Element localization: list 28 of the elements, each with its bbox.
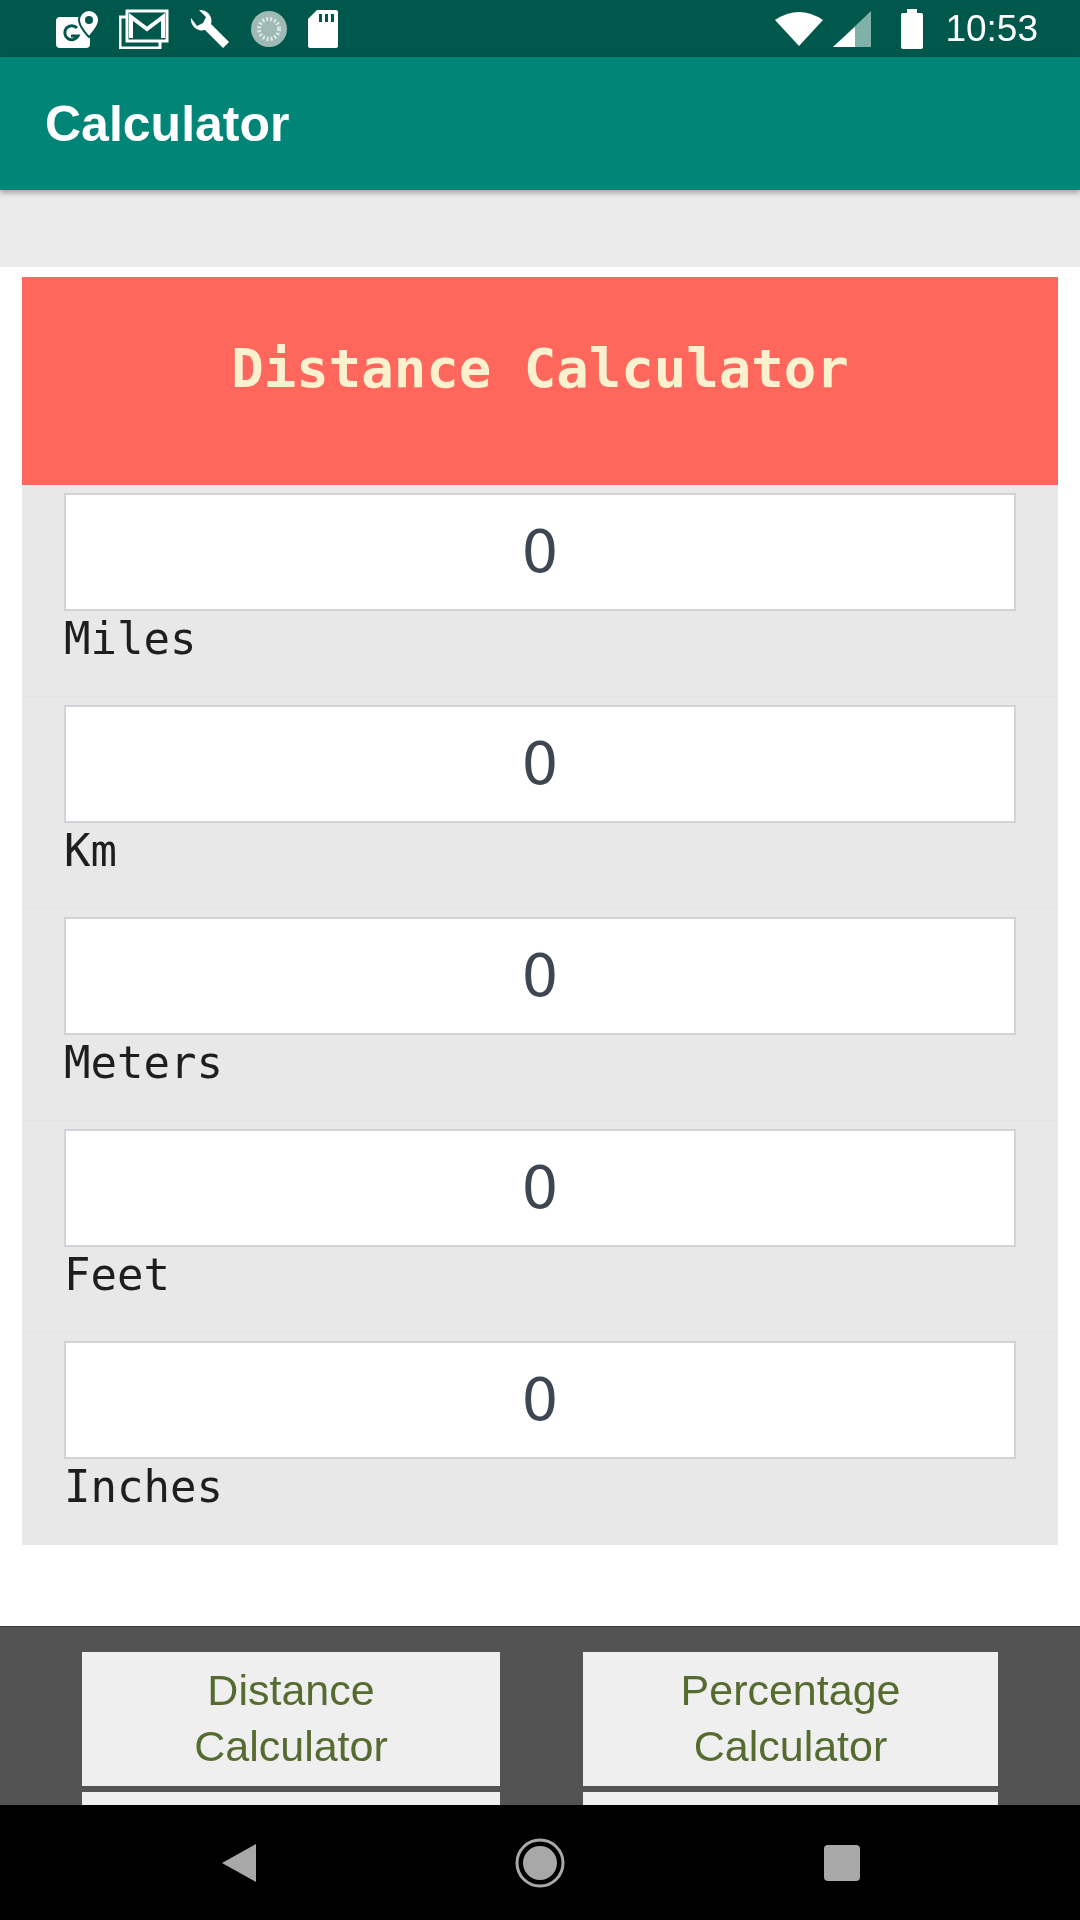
back-icon [222, 1843, 256, 1882]
sd-card-icon [307, 8, 339, 49]
home-button[interactable] [515, 1837, 565, 1888]
card-title: Distance Calculator [231, 336, 849, 400]
calculator-button[interactable]: Percentage Calculator [583, 1652, 998, 1786]
calculator-button[interactable]: Distance Calculator [82, 1652, 500, 1786]
number-field[interactable]: 0 [64, 1129, 1016, 1247]
number-field[interactable]: 0 [64, 1341, 1016, 1459]
recents-button[interactable] [824, 1844, 860, 1881]
number-field[interactable]: 0 [64, 705, 1016, 823]
back-button[interactable] [222, 1843, 256, 1882]
wifi-icon [775, 11, 824, 46]
signal-icon [833, 10, 872, 47]
field-label: Feet [64, 1249, 170, 1302]
field-label: Inches [64, 1461, 223, 1514]
map-pin-icon [55, 8, 101, 49]
mail-icon [119, 8, 169, 49]
number-field[interactable]: 0 [64, 493, 1016, 611]
field-label: Miles [64, 613, 197, 666]
status-time: 10:53 [945, 7, 1038, 50]
recents-icon [824, 1844, 860, 1881]
field-label: Meters [64, 1037, 223, 1090]
battery-icon [901, 8, 924, 49]
number-field[interactable]: 0 [64, 917, 1016, 1035]
disc-icon [249, 8, 289, 49]
home-icon [515, 1837, 565, 1888]
app-title: Calculator [45, 94, 290, 153]
field-label: Km [64, 825, 117, 878]
